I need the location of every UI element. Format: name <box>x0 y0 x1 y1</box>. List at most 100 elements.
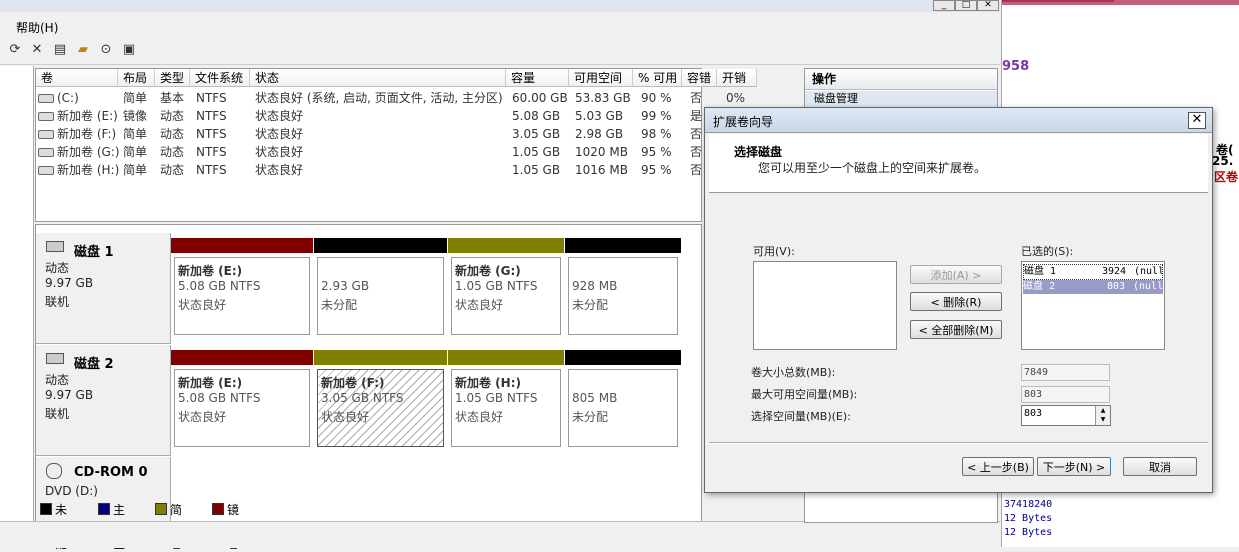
partition[interactable]: 新加卷 (H:) 1.05 GB NTFS 状态良好 <box>448 350 564 450</box>
select-space-stepper[interactable]: 803 ▲ ▼ <box>1021 405 1111 426</box>
total-size-value: 7849 <box>1021 364 1110 381</box>
background-text: 958 <box>1002 59 1030 74</box>
volume-percent-free: 95 % <box>641 163 672 177</box>
volume-name: 新加卷 (G:) <box>57 145 120 159</box>
column-header[interactable]: 可用空间 <box>569 69 633 87</box>
partition[interactable]: 新加卷 (E:) 5.08 GB NTFS 状态良好 <box>171 238 313 338</box>
selected-disk-name: 磁盘 2 <box>1023 281 1056 292</box>
selected-disks-list[interactable]: 磁盘 1 3924 (null 磁盘 2 803 (null <box>1021 261 1165 350</box>
close-button[interactable]: ✕ <box>977 0 999 11</box>
minimize-button[interactable]: _ <box>933 0 955 11</box>
selected-disk-size: 3924 <box>1102 266 1127 277</box>
remove-all-button[interactable]: < 全部删除(M) <box>910 320 1002 339</box>
max-space-label: 最大可用空间量(MB): <box>751 388 858 401</box>
cancel-button[interactable]: 取消 <box>1123 457 1197 476</box>
volume-free-space: 2.98 GB <box>575 127 624 141</box>
volume-table: 卷 布局 类型 文件系统 状态 容量 可用空间 % 可用 容错 开销 (C:) … <box>35 68 757 222</box>
dialog-title-bar[interactable]: 扩展卷向导 ✕ <box>705 108 1212 133</box>
back-button[interactable]: < 上一步(B) <box>962 457 1034 476</box>
volume-status: 状态良好 <box>255 163 304 177</box>
menu-item-help[interactable]: 帮助(H) <box>16 19 58 36</box>
legend-swatch-unallocated <box>40 503 52 515</box>
disk-label-2[interactable]: 磁盘 2 动态 9.97 GB 联机 <box>36 345 171 456</box>
column-header[interactable]: 容错 <box>682 69 717 87</box>
volume-layout: 简单 <box>123 127 148 141</box>
disk-size: 9.97 GB <box>45 276 94 290</box>
column-header[interactable]: 类型 <box>155 69 190 87</box>
partition-status: 状态良好 <box>455 298 504 312</box>
partition-size: 3.05 GB NTFS <box>321 391 404 405</box>
drive-icon <box>38 166 54 175</box>
partition[interactable]: 928 MB 未分配 <box>565 238 681 338</box>
help-icon[interactable]: ⊙ <box>98 42 114 58</box>
partition[interactable]: 805 MB 未分配 <box>565 350 681 450</box>
disk-size: 9.97 GB <box>45 388 94 402</box>
volume-filesystem: NTFS <box>196 109 227 123</box>
column-header[interactable]: 状态 <box>250 69 506 87</box>
volume-type: 动态 <box>160 163 185 177</box>
select-space-input[interactable]: 803 <box>1024 408 1042 419</box>
volume-fault-tolerance: 否 <box>690 163 703 177</box>
spin-down-icon[interactable]: ▼ <box>1095 415 1110 425</box>
list-item[interactable]: 磁盘 1 3924 (null <box>1023 264 1164 280</box>
column-header[interactable]: 布局 <box>118 69 155 87</box>
volume-type: 基本 <box>160 91 185 105</box>
partition-size: 805 MB <box>572 391 618 405</box>
available-disks-list[interactable] <box>753 261 897 350</box>
background-text: 12 Bytes <box>1004 513 1053 524</box>
volume-type: 动态 <box>160 127 185 141</box>
column-header[interactable]: 容量 <box>506 69 569 87</box>
actions-item-disk-management[interactable]: 磁盘管理 <box>805 91 997 107</box>
volume-layout: 简单 <box>123 145 148 159</box>
table-row[interactable]: 新加卷 (F:) 简单 动态 NTFS 状态良好 3.05 GB 2.98 GB… <box>36 125 702 143</box>
partition-size: 5.08 GB NTFS <box>178 279 261 293</box>
partition-status: 状态良好 <box>178 298 227 312</box>
add-button[interactable]: 添加(A) > <box>910 265 1002 284</box>
table-row[interactable]: 新加卷 (H:) 简单 动态 NTFS 状态良好 1.05 GB 1016 MB… <box>36 161 703 179</box>
table-row[interactable]: 新加卷 (G:) 简单 动态 NTFS 状态良好 1.05 GB 1020 MB… <box>36 143 702 161</box>
dialog-heading: 选择磁盘 <box>734 145 783 159</box>
menu-bar <box>0 14 1000 38</box>
properties-icon[interactable]: ▤ <box>52 42 68 58</box>
volume-free-space: 53.83 GB <box>575 91 631 105</box>
console-icon[interactable]: ▣ <box>121 42 137 58</box>
partition-color-bar <box>448 238 564 253</box>
open-folder-icon[interactable]: ▰ <box>75 42 91 58</box>
volume-capacity: 1.05 GB <box>512 163 561 177</box>
disk-label-1[interactable]: 磁盘 1 动态 9.97 GB 联机 <box>36 233 171 344</box>
volume-free-space: 1016 MB <box>575 163 628 177</box>
partition-color-bar <box>448 350 564 365</box>
volume-filesystem: NTFS <box>196 127 227 141</box>
status-bar <box>0 521 1000 548</box>
column-header[interactable]: 文件系统 <box>190 69 250 87</box>
volume-filesystem: NTFS <box>196 145 227 159</box>
partition[interactable]: 新加卷 (G:) 1.05 GB NTFS 状态良好 <box>448 238 564 338</box>
partition-selected[interactable]: 新加卷 (F:) 3.05 GB NTFS 状态良好 <box>314 350 447 450</box>
max-space-value: 803 <box>1021 386 1110 403</box>
refresh-icon[interactable]: ⟳ <box>7 42 23 58</box>
maximize-button[interactable]: □ <box>955 0 977 11</box>
remove-button[interactable]: < 删除(R) <box>910 292 1002 311</box>
drive-icon <box>38 94 54 103</box>
partition-name: 新加卷 (H:) <box>455 376 521 390</box>
cdrom-icon <box>46 463 62 479</box>
column-header[interactable]: % 可用 <box>633 69 682 87</box>
table-row[interactable]: (C:) 简单 基本 NTFS 状态良好 (系统, 启动, 页面文件, 活动, … <box>36 89 745 107</box>
list-item[interactable]: 磁盘 2 803 (null <box>1023 280 1163 294</box>
column-header[interactable]: 卷 <box>36 69 118 87</box>
dialog-subheading: 您可以用至少一个磁盘上的空间来扩展卷。 <box>758 161 987 175</box>
volume-name: (C:) <box>57 91 79 105</box>
table-row[interactable]: 新加卷 (E:) 镜像 动态 NTFS 状态良好 5.08 GB 5.03 GB… <box>36 107 702 125</box>
next-button[interactable]: 下一步(N) > <box>1037 457 1111 476</box>
navigation-pane <box>0 66 34 521</box>
volume-name: 新加卷 (H:) <box>57 163 120 177</box>
background-window-tab <box>1002 0 1114 2</box>
column-header[interactable]: 开销 <box>717 69 757 87</box>
partition-name: 新加卷 (G:) <box>455 264 521 278</box>
selected-disk-name: 磁盘 1 <box>1024 266 1057 277</box>
partition[interactable]: 新加卷 (E:) 5.08 GB NTFS 状态良好 <box>171 350 313 450</box>
delete-icon[interactable]: ✕ <box>29 42 45 58</box>
partition[interactable]: 2.93 GB 未分配 <box>314 238 447 338</box>
close-icon[interactable]: ✕ <box>1188 112 1206 129</box>
background-text: 12 Bytes <box>1004 527 1053 538</box>
